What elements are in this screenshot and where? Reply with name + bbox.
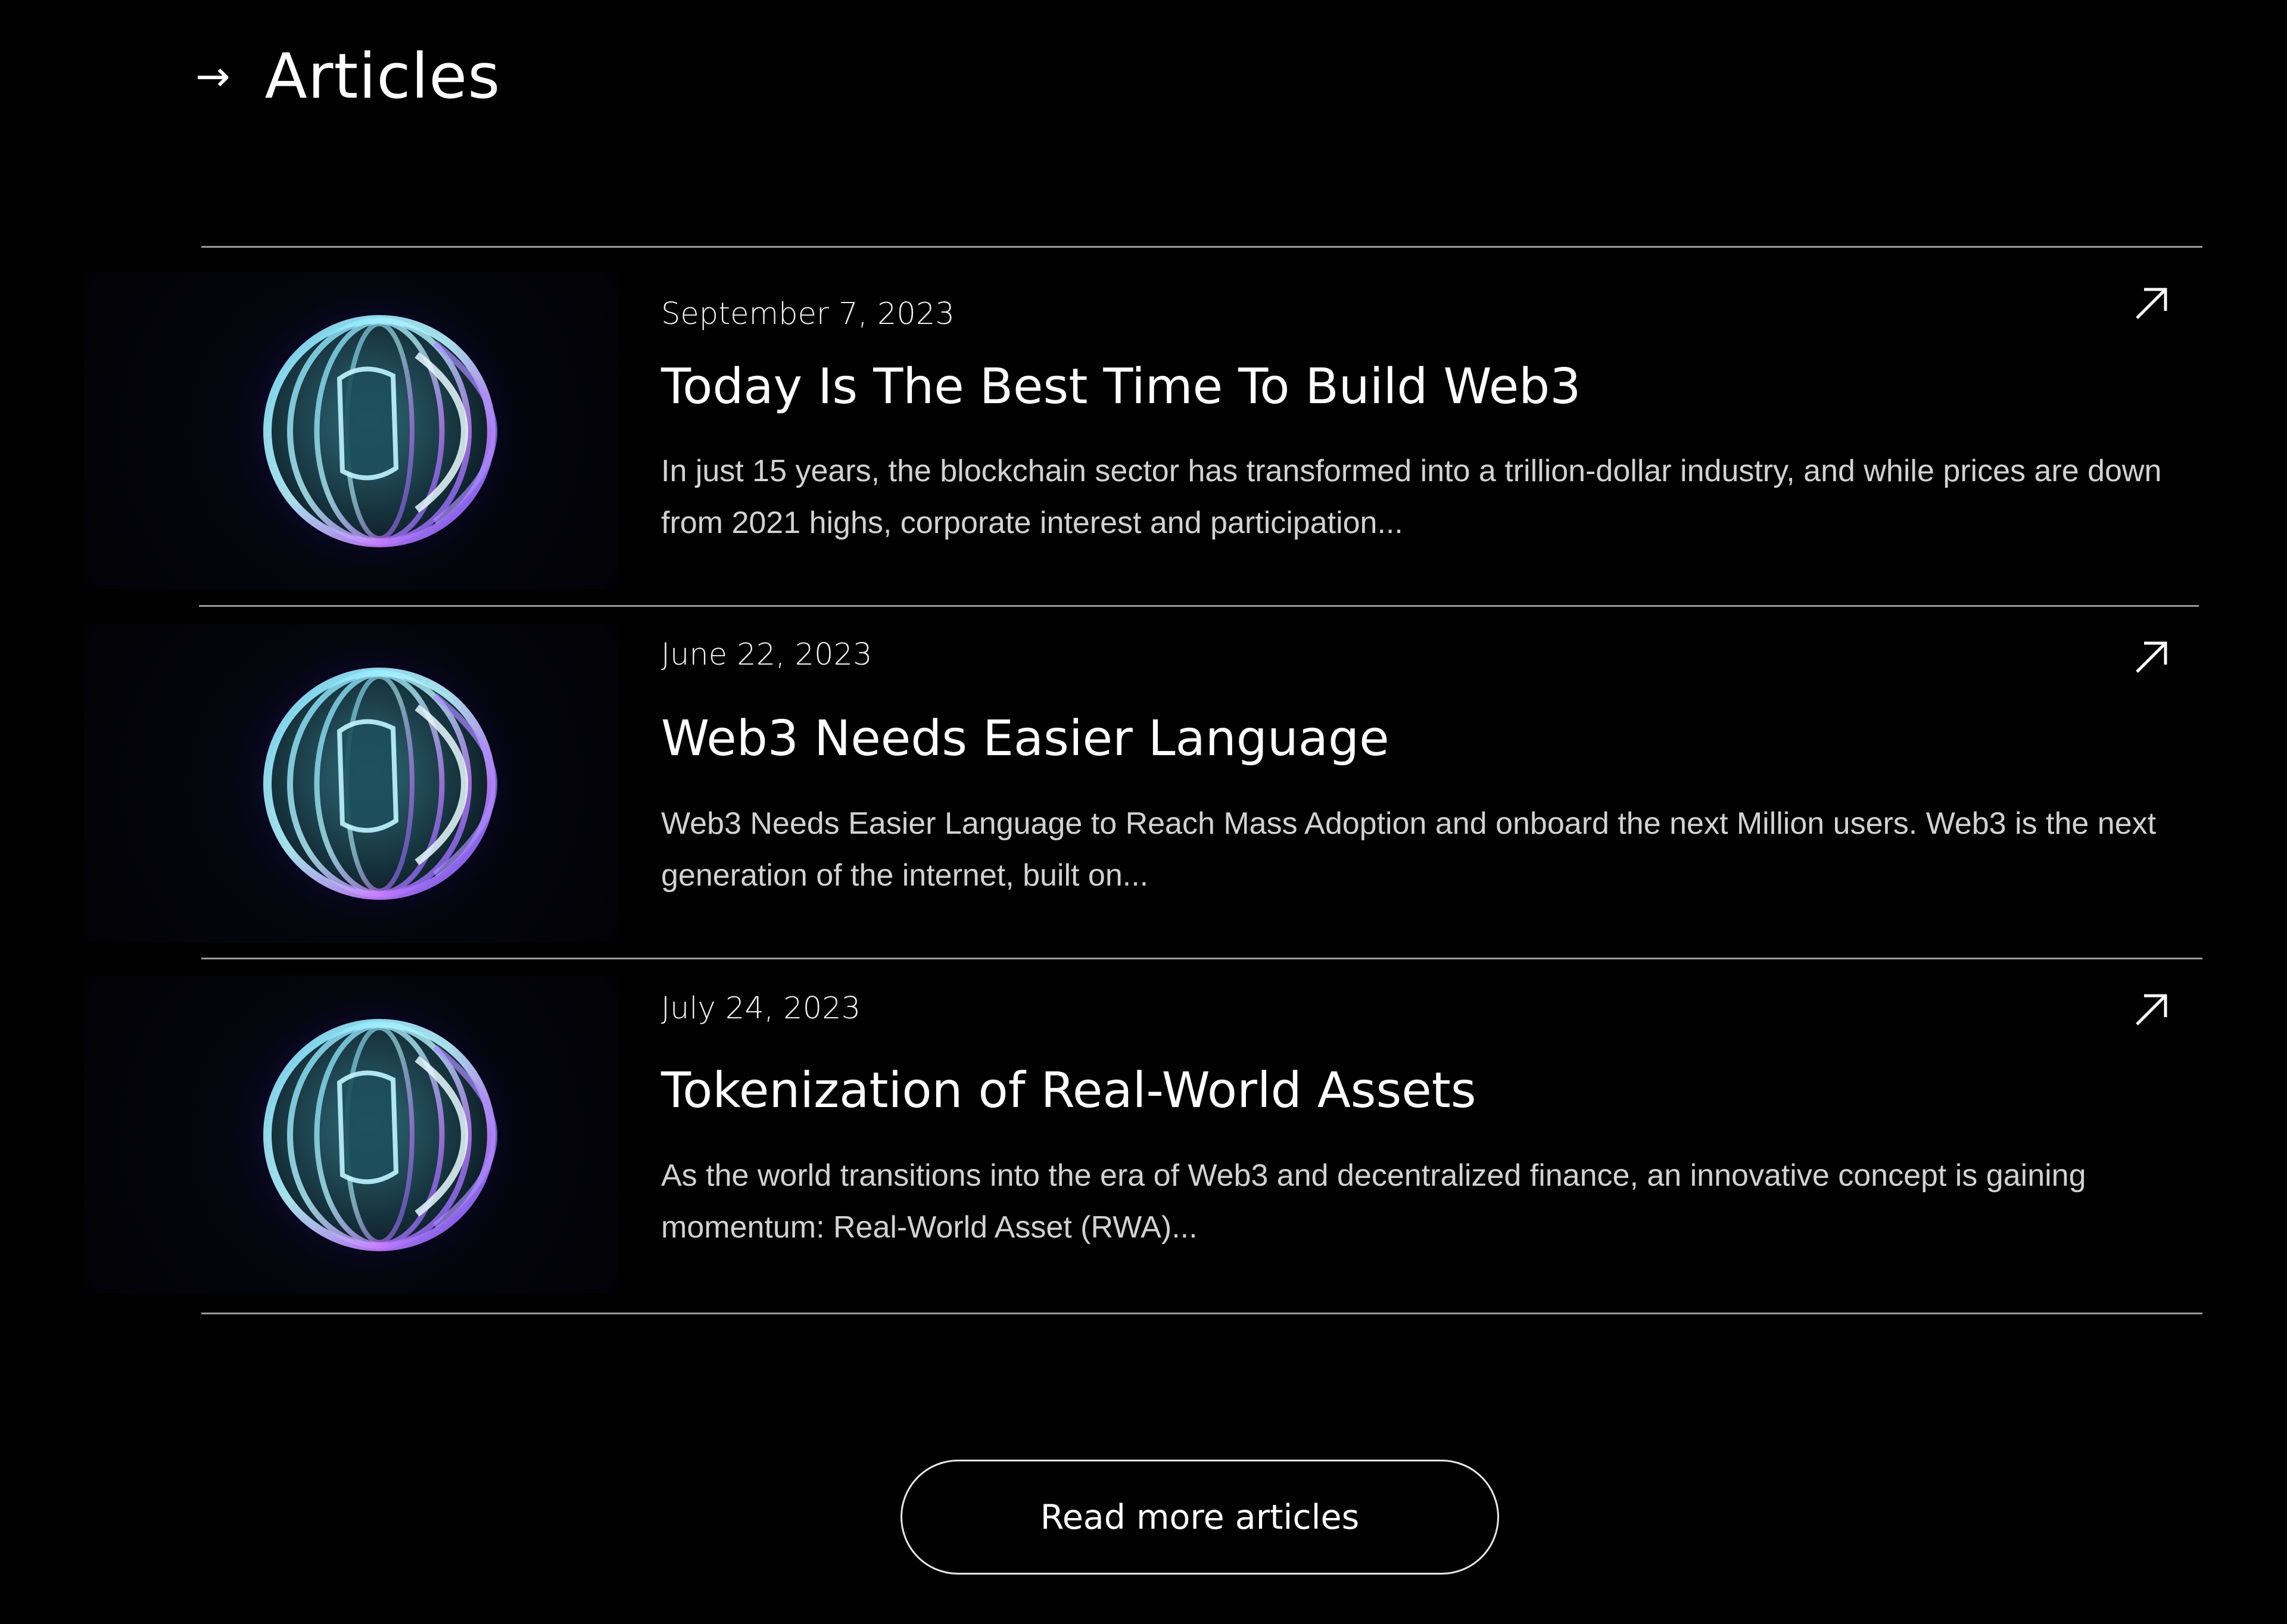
article-thumbnail[interactable] <box>83 975 619 1294</box>
divider-top <box>201 246 2202 248</box>
arrow-up-right-icon[interactable] <box>2131 282 2173 324</box>
article-title[interactable]: Today Is The Best Time To Build Web3 <box>661 359 1581 415</box>
divider-2 <box>201 958 2202 959</box>
article-thumbnail[interactable] <box>83 624 619 943</box>
article-date: September 7, 2023 <box>661 297 955 332</box>
article-title[interactable]: Web3 Needs Easier Language <box>661 710 1389 767</box>
section-header: → Articles <box>195 35 500 118</box>
article-excerpt: In just 15 years, the blockchain sector … <box>661 454 2162 540</box>
article-date: July 24, 2023 <box>661 991 861 1026</box>
section-title: Articles <box>264 40 501 113</box>
article-excerpt: Web3 Needs Easier Language to Reach Mass… <box>661 806 2157 893</box>
arrow-up-right-icon[interactable] <box>2131 636 2173 678</box>
glass-sphere-image <box>225 980 534 1290</box>
arrow-up-right-icon[interactable] <box>2131 989 2173 1030</box>
glass-sphere-image <box>225 276 534 586</box>
arrow-right-icon: → <box>195 52 230 101</box>
article-date: June 22, 2023 <box>661 637 873 672</box>
read-more-articles-button[interactable]: Read more articles <box>901 1460 1499 1575</box>
divider-1 <box>199 605 2199 607</box>
divider-bottom <box>201 1313 2202 1314</box>
article-thumbnail[interactable] <box>83 272 619 590</box>
glass-sphere-image <box>225 629 534 939</box>
article-excerpt: As the world transitions into the era of… <box>661 1158 2086 1245</box>
article-title[interactable]: Tokenization of Real-World Assets <box>661 1062 1476 1119</box>
